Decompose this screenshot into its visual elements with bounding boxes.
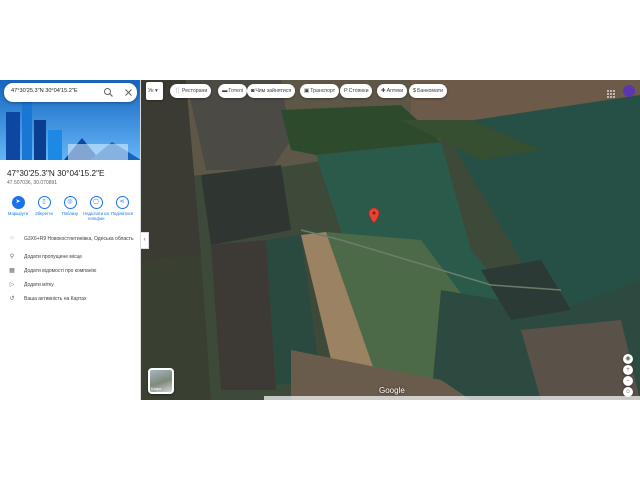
directions-button[interactable]: ➤ Маршрути [5,196,31,222]
bookmark-icon: ▯ [37,196,51,209]
hotel-icon: ▬ [222,88,228,94]
zoom-out-button[interactable]: − [623,376,633,386]
restaurant-icon: 🍴 [174,88,181,94]
account-avatar[interactable] [623,85,635,97]
language-select[interactable]: Ук ▾ [146,82,163,100]
save-button[interactable]: ▯ Зберегти [31,196,57,222]
directions-icon: ➤ [11,196,25,209]
side-panel: 47°30'25.3"N 30°04'15.2"E 47°30'25.3"N 3… [0,80,141,400]
place-hero-image: 47°30'25.3"N 30°04'15.2"E [0,80,140,160]
action-label: Поділитися [110,211,134,216]
send-to-phone-icon: ▢ [89,196,103,209]
action-label: Зберегти [35,211,53,216]
chip-transit[interactable]: ▣Транспорт [300,84,340,98]
layers-button[interactable]: Шари [148,368,174,394]
action-label: Надіслати на телефон [83,211,109,221]
maps-screen: 47°30'25.3"N 30°04'15.2"E 47°30'25.3"N 3… [0,80,640,400]
share-icon: ⋖ [115,196,129,209]
nearby-icon: ◎ [63,196,77,209]
add-place-icon: ⚲ [9,254,15,260]
plus-code-icon: ⁘ [9,236,15,242]
history-icon: ↺ [9,296,15,302]
chip-atms[interactable]: $Банкомати [409,84,448,98]
add-business-icon: ▦ [9,268,15,274]
search-icon[interactable] [102,86,115,99]
chip-things-to-do[interactable]: ◙Чим зайнятися [247,84,296,98]
layers-label: Шари [151,386,162,391]
place-title: 47°30'25.3"N 30°04'15.2"E [7,169,105,178]
satellite-map[interactable] [141,80,640,400]
chip-pharmacies[interactable]: ✚Аптеки [377,84,408,98]
search-input[interactable]: 47°30'25.3"N 30°04'15.2"E [11,88,78,94]
my-location-icon[interactable]: ◉ [623,354,633,364]
send-to-phone-button[interactable]: ▢ Надіслати на телефон [83,196,109,222]
zoom-in-button[interactable]: + [623,365,633,375]
place-coordinates: 47.507036, 30.070891 [7,180,58,186]
atm-icon: $ [413,88,417,94]
collapse-panel-button[interactable]: ‹ [141,232,149,249]
chip-restaurants[interactable]: 🍴Ресторани [170,84,212,98]
search-box[interactable]: 47°30'25.3"N 30°04'15.2"E [4,83,137,102]
share-button[interactable]: ⋖ Поділитися [109,196,135,222]
apps-grid-icon[interactable] [606,86,616,98]
label-icon: ▷ [9,282,15,288]
chip-parking[interactable]: PСтоянки [340,84,373,98]
chip-hotels[interactable]: ▬Готелі [218,84,247,98]
action-label: Поблизу [61,211,79,216]
parking-icon: P [344,88,348,94]
close-icon[interactable] [122,86,135,99]
pharmacy-icon: ✚ [381,88,386,94]
action-label: Маршрути [7,211,29,216]
nearby-button[interactable]: ◎ Поблизу [57,196,83,222]
attribution-bar [264,396,640,400]
transit-icon: ▣ [304,88,310,94]
google-logo: Google [379,386,405,395]
camera-icon: ◙ [251,88,255,94]
